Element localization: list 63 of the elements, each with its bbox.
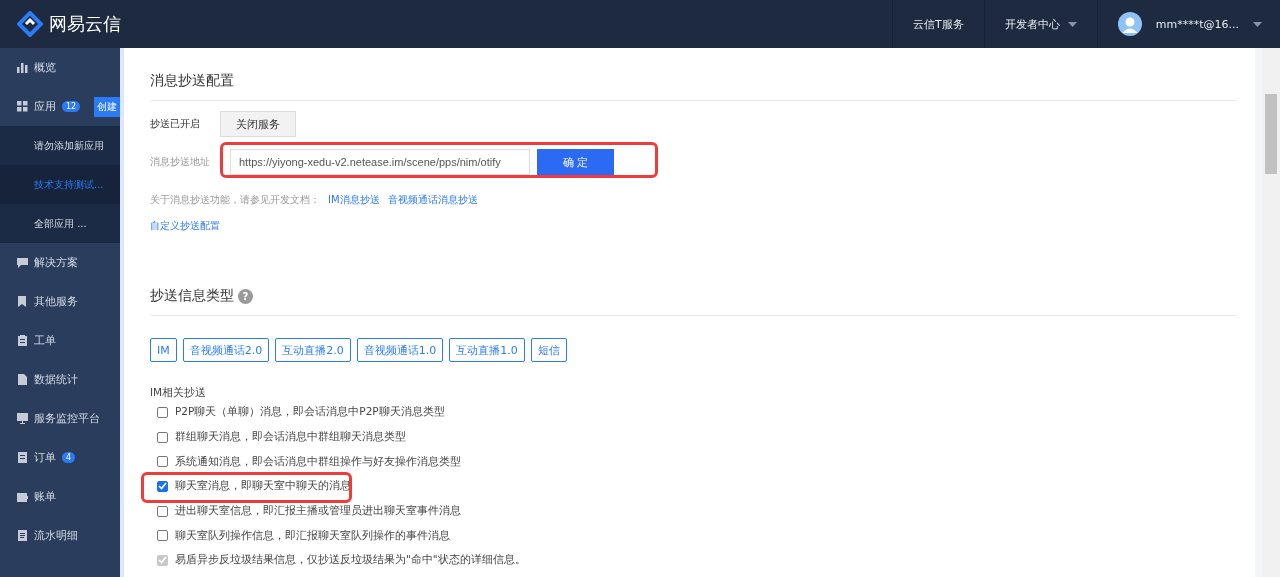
option-label: 系统通知消息，即会话消息中群组操作与好友操作消息类型 [175,454,461,469]
checkbox[interactable] [157,406,168,418]
scrollbar[interactable] [1262,48,1280,577]
clipboard-icon [17,335,28,346]
sidebar-subitem[interactable]: 请勿添加新应用 [0,126,120,165]
sidebar-item[interactable]: 订单 [34,450,56,465]
monitor-icon [17,413,28,424]
logo-icon [17,11,43,37]
sidebar-item[interactable]: 数据统计 [34,372,78,387]
grid-icon [17,101,28,112]
sidebar-subitem[interactable]: 全部应用 ... [0,204,120,243]
sidebar-item[interactable]: 其他服务 [34,294,78,309]
count-badge: 4 [62,452,76,463]
address-field[interactable]: https://yiyong-xedu-v2.netease.im/scene/pps/nim/otify [230,149,530,175]
option-label: 进出聊天室信息，即汇报主播或管理员进出聊天室事件消息 [175,504,461,519]
user-name[interactable]: mm****t@16... [1155,17,1239,31]
close-service-button[interactable]: 关闭服务 [220,111,296,137]
custom-config-link[interactable]: 自定义抄送配置 [150,220,220,231]
type-tag[interactable]: 短信 [530,338,567,362]
sidebar-item[interactable]: 应用 [34,99,56,114]
chat-icon [17,257,28,268]
option-label: 聊天室消息，即聊天室中聊天的消息 [175,479,351,494]
option-label: 聊天室队列操作信息，即汇报聊天室队列操作的事件消息 [175,528,450,543]
create-button[interactable]: 创建 [94,96,120,117]
receipt-icon [17,452,28,463]
doc-link[interactable]: 音视频通话消息抄送 [387,193,478,207]
bookmark-icon [17,296,28,307]
option-label: 群组聊天消息，即会话消息中群组聊天消息类型 [175,430,406,445]
sidebar-item[interactable]: 工单 [34,333,56,348]
checkbox[interactable] [157,456,168,468]
file-icon [17,374,28,385]
brand-name: 网易云信 [49,12,121,36]
status-label: 抄送已开启 [150,117,201,131]
section-title: 抄送信息类型 ? [150,283,1237,316]
avatar-icon[interactable] [1117,12,1142,36]
type-tag[interactable]: 音视频通话1.0 [356,338,444,362]
sidebar-item[interactable]: 账单 [34,489,56,504]
confirm-button[interactable]: 确 定 [537,149,614,175]
doc-link[interactable]: IM消息抄送 [328,193,380,207]
wallet-icon [17,491,28,502]
sidebar-item[interactable]: 概览 [34,60,56,75]
option-label: 易盾异步反垃圾结果信息，仅抄送反垃圾结果为"命中"状态的详细信息。 [175,553,526,568]
sidebar-item[interactable]: 流水明细 [34,528,78,543]
section-title: 消息抄送配置 [150,68,1237,101]
field-label: 消息抄送地址 [150,155,211,169]
checkbox[interactable] [157,530,168,542]
caret-icon[interactable] [1253,21,1262,27]
type-tag[interactable]: 互动直播2.0 [275,338,351,362]
doc-note: 关于消息抄送功能，请参见开发文档： [150,193,320,207]
type-tag[interactable]: IM [150,338,177,362]
count-badge: 12 [62,101,81,112]
chart-icon [17,62,28,73]
sidebar-item[interactable]: 解决方案 [34,255,78,270]
sidebar-item[interactable]: 服务监控平台 [34,411,100,426]
checkbox[interactable] [157,505,168,517]
group-title: IM相关抄送 [150,386,208,400]
doc-icon [17,530,28,541]
checkbox[interactable] [157,480,168,492]
option-label: P2P聊天（单聊）消息，即会话消息中P2P聊天消息类型 [175,405,445,420]
type-tag[interactable]: 互动直播1.0 [449,338,525,362]
type-tag[interactable]: 音视频通话2.0 [182,338,270,362]
checkbox[interactable] [157,431,168,443]
sidebar-subitem[interactable]: 技术支持测试... [0,165,120,204]
